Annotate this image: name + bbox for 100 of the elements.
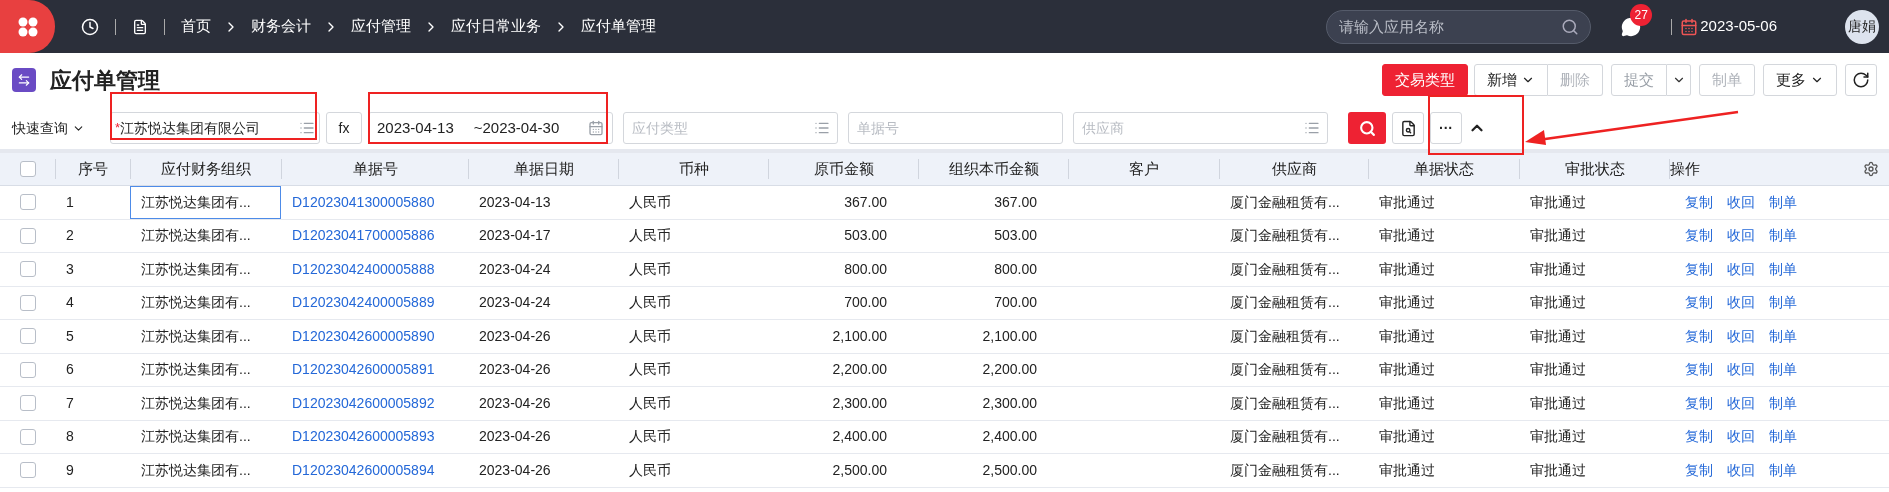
document-number-link[interactable]: D12023042400005889	[281, 286, 468, 319]
breadcrumb-link[interactable]: 财务会计	[251, 15, 311, 38]
search-icon[interactable]	[1561, 17, 1580, 36]
search-button[interactable]	[1348, 112, 1386, 144]
table-cell-text: 审批通过	[1378, 326, 1436, 346]
table-cell-text: 审批通过	[1529, 293, 1587, 313]
document-number-link[interactable]: D12023042600005893	[281, 420, 468, 453]
row-action-link[interactable]: 复制	[1685, 325, 1713, 347]
row-checkbox[interactable]	[19, 194, 36, 211]
row-checkbox[interactable]	[19, 395, 36, 412]
row-action-link[interactable]: 复制	[1685, 392, 1713, 414]
table-cell-text: 6	[65, 360, 75, 380]
more-button[interactable]: ···	[1430, 112, 1462, 144]
row-action-link[interactable]: 复制	[1685, 426, 1713, 448]
row-action-link[interactable]: 收回	[1727, 325, 1755, 347]
required-mark: *	[115, 119, 121, 138]
row-action-link[interactable]: 收回	[1727, 191, 1755, 213]
row-action-link[interactable]: 制单	[1769, 459, 1797, 481]
column-header: 客户	[1129, 158, 1159, 179]
row-action-link[interactable]: 复制	[1685, 191, 1713, 213]
query-scheme-button[interactable]	[1392, 112, 1424, 144]
refresh-button[interactable]	[1845, 64, 1877, 96]
calendar-icon[interactable]	[1680, 17, 1699, 36]
row-action-link[interactable]: 收回	[1727, 426, 1755, 448]
breadcrumb-link[interactable]: 应付日常业务	[451, 15, 541, 38]
column-header: 单据号	[352, 158, 398, 179]
row-checkbox[interactable]	[19, 361, 36, 378]
table-cell-text: 厦门金融租赁有...	[1229, 393, 1341, 413]
row-checkbox[interactable]	[19, 227, 36, 244]
row-action-link[interactable]: 复制	[1685, 292, 1713, 314]
table-cell-text: 审批通过	[1529, 360, 1587, 380]
row-action-link[interactable]: 制单	[1769, 225, 1797, 247]
row-checkbox[interactable]	[19, 328, 36, 345]
row-action-link[interactable]: 制单	[1769, 426, 1797, 448]
row-checkbox[interactable]	[19, 161, 36, 177]
document-number-link[interactable]: D12023042600005890	[281, 320, 468, 353]
row-action-link[interactable]: 制单	[1769, 392, 1797, 414]
quick-query-dropdown[interactable]: 快速查询	[12, 117, 104, 139]
document-number-link[interactable]: D12023042600005892	[281, 387, 468, 420]
table-cell-text: 江苏悦达集团有...	[140, 259, 252, 279]
breadcrumb-link[interactable]: 应付单管理	[581, 15, 656, 38]
row-checkbox[interactable]	[19, 294, 36, 311]
toolbar-button[interactable]: 更多	[1763, 64, 1837, 96]
breadcrumb-link[interactable]: 应付管理	[351, 15, 411, 38]
row-action-link[interactable]: 复制	[1685, 359, 1713, 381]
document-number-link[interactable]: D12023041300005880	[281, 186, 468, 219]
filter-field[interactable]: 供应商	[1073, 112, 1328, 144]
table-cell-text: 厦门金融租赁有...	[1229, 460, 1341, 480]
table-cell-text: 审批通过	[1378, 460, 1436, 480]
calendar-icon	[588, 120, 604, 136]
row-action-link[interactable]: 制单	[1769, 258, 1797, 280]
row-action-link[interactable]: 收回	[1727, 258, 1755, 280]
date-range-field[interactable]: 2023-04-13 ~2023-04-30	[368, 112, 613, 144]
table-cell-text: 厦门金融租赁有...	[1229, 293, 1341, 313]
toolbar-button[interactable]: 新增	[1474, 64, 1548, 96]
table-cell-text: 审批通过	[1529, 427, 1587, 447]
document-number-link[interactable]: D12023042600005891	[281, 353, 468, 386]
toolbar-button[interactable]: 交易类型	[1382, 64, 1468, 96]
table-cell-text: 审批通过	[1378, 427, 1436, 447]
table-cell-text: 审批通过	[1378, 293, 1436, 313]
row-action-link[interactable]: 制单	[1769, 292, 1797, 314]
row-checkbox[interactable]	[19, 428, 36, 445]
table-cell-text: 5	[65, 326, 75, 346]
table-cell-text: 2,500.00	[831, 460, 888, 480]
table-cell-text: 503.00	[843, 226, 888, 246]
formula-button[interactable]: fx	[326, 112, 362, 144]
clock-icon[interactable]	[81, 17, 99, 36]
filter-field[interactable]: 单据号	[848, 112, 1063, 144]
org-field[interactable]: *江苏悦达集团有限公司	[110, 112, 320, 144]
user-avatar[interactable]: 唐娟	[1845, 9, 1879, 44]
row-action-link[interactable]: 制单	[1769, 191, 1797, 213]
row-action-link[interactable]: 复制	[1685, 459, 1713, 481]
settings-icon[interactable]	[1863, 161, 1879, 177]
table-cell-text: 审批通过	[1378, 360, 1436, 380]
table-cell: 江苏悦达集团有...	[130, 186, 281, 219]
column-header: 序号	[78, 158, 108, 179]
date-from: 2023-04-13	[377, 117, 454, 138]
row-action-link[interactable]: 收回	[1727, 292, 1755, 314]
row-checkbox[interactable]	[19, 261, 36, 278]
column-header: 应付财务组织	[161, 158, 251, 179]
document-search-icon	[1399, 119, 1417, 137]
row-action-link[interactable]: 制单	[1769, 325, 1797, 347]
app-search-field[interactable]: 请输入应用名称	[1326, 9, 1592, 44]
row-action-link[interactable]: 复制	[1685, 258, 1713, 280]
row-action-link[interactable]: 收回	[1727, 359, 1755, 381]
row-action-link[interactable]: 制单	[1769, 359, 1797, 381]
table-cell-text: 2023-04-26	[478, 326, 552, 346]
org-value: 江苏悦达集团有限公司	[120, 118, 261, 138]
document-number-link[interactable]: D12023041700005886	[281, 219, 468, 252]
table-cell-text: 503.00	[993, 226, 1038, 246]
document-number-link[interactable]: D12023042600005894	[281, 454, 468, 487]
breadcrumb-link[interactable]: 首页	[181, 15, 211, 38]
row-action-link[interactable]: 收回	[1727, 459, 1755, 481]
row-action-link[interactable]: 收回	[1727, 225, 1755, 247]
row-action-link[interactable]: 收回	[1727, 392, 1755, 414]
filter-field[interactable]: 应付类型	[623, 112, 838, 144]
row-checkbox[interactable]	[19, 462, 36, 479]
row-action-link[interactable]: 复制	[1685, 225, 1713, 247]
document-icon[interactable]	[132, 18, 148, 35]
document-number-link[interactable]: D12023042400005888	[281, 253, 468, 286]
